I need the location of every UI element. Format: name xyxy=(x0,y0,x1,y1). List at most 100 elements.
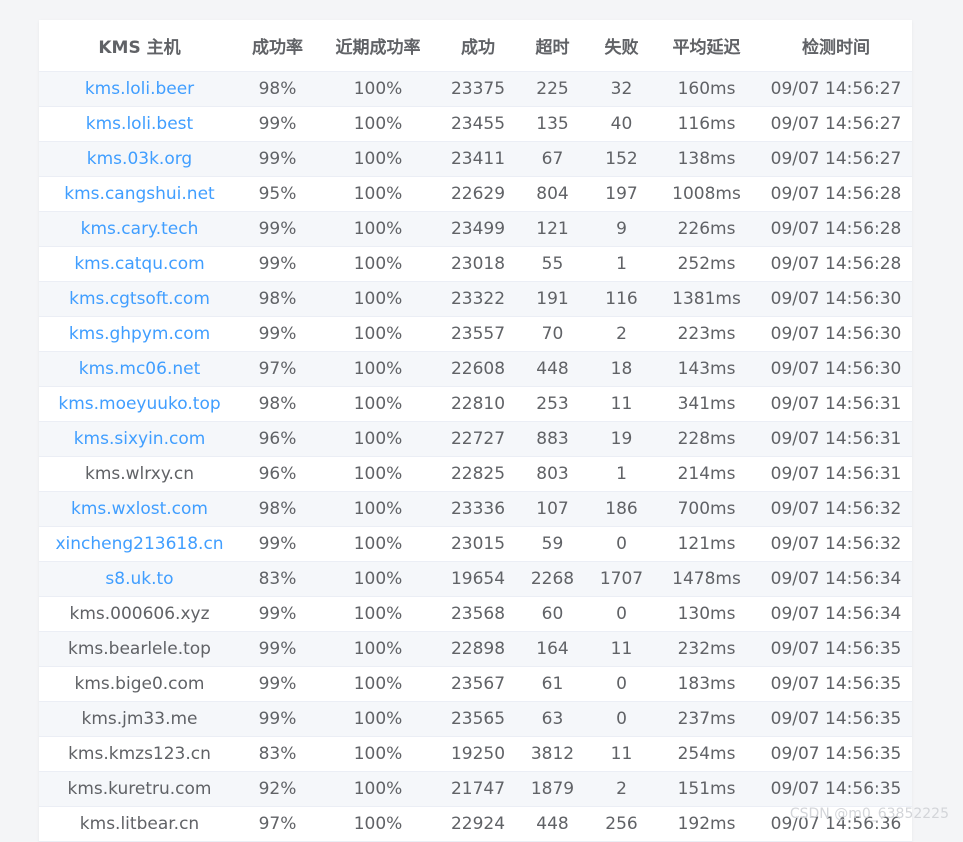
host-cell: kms.wlrxy.cn xyxy=(39,456,240,492)
success-rate-cell: 99% xyxy=(240,631,315,667)
success-rate-cell: 99% xyxy=(240,141,315,177)
success-count-cell: 23565 xyxy=(441,701,515,737)
table-row: kms.jm33.me 99% 100% 23565 63 0 237ms 09/07 14:… xyxy=(39,701,912,737)
fail-count-cell: 116 xyxy=(590,281,653,317)
success-rate-cell: 83% xyxy=(240,561,315,597)
host-link[interactable]: xincheng213618.cn xyxy=(55,534,223,554)
success-count-cell: 22810 xyxy=(441,386,515,422)
header-kms-host[interactable]: KMS 主机 xyxy=(39,20,240,72)
table-row: kms.litbear.cn 97% 100% 22924 448 256 192ms 09/… xyxy=(39,806,912,842)
recent-success-rate-cell: 100% xyxy=(315,316,441,352)
timeout-count-cell: 107 xyxy=(515,491,590,527)
table-header-row: KMS 主机 成功率 近期成功率 成功 超时 失败 平均延迟 检测时间 xyxy=(39,20,912,72)
host-link[interactable]: kms.cangshui.net xyxy=(64,184,214,204)
timeout-count-cell: 70 xyxy=(515,316,590,352)
success-count-cell: 23455 xyxy=(441,106,515,142)
header-check-time[interactable]: 检测时间 xyxy=(760,20,912,72)
check-time-cell: 09/07 14:56:30 xyxy=(760,316,912,352)
host-cell: kms.03k.org xyxy=(39,141,240,177)
recent-success-rate-cell: 100% xyxy=(315,596,441,632)
host-text: kms.wlrxy.cn xyxy=(84,464,195,484)
header-avg-latency[interactable]: 平均延迟 xyxy=(653,20,760,72)
host-link[interactable]: kms.loli.beer xyxy=(85,79,194,99)
host-link[interactable]: kms.loli.best xyxy=(86,114,193,134)
host-text: kms.kuretru.com xyxy=(67,779,212,799)
host-link[interactable]: kms.03k.org xyxy=(87,149,192,169)
success-rate-cell: 95% xyxy=(240,176,315,212)
avg-latency-cell: 1381ms xyxy=(653,281,760,317)
success-count-cell: 21747 xyxy=(441,771,515,807)
table-row: kms.bearlele.top 99% 100% 22898 164 11 232ms 09… xyxy=(39,631,912,667)
host-text: kms.jm33.me xyxy=(81,709,198,729)
fail-count-cell: 197 xyxy=(590,176,653,212)
header-success[interactable]: 成功 xyxy=(441,20,515,72)
recent-success-rate-cell: 100% xyxy=(315,771,441,807)
success-count-cell: 22608 xyxy=(441,351,515,387)
check-time-cell: 09/07 14:56:35 xyxy=(760,666,912,702)
check-time-cell: 09/07 14:56:31 xyxy=(760,421,912,457)
success-rate-cell: 99% xyxy=(240,666,315,702)
check-time-cell: 09/07 14:56:34 xyxy=(760,596,912,632)
fail-count-cell: 18 xyxy=(590,351,653,387)
check-time-cell: 09/07 14:56:34 xyxy=(760,561,912,597)
avg-latency-cell: 232ms xyxy=(653,631,760,667)
avg-latency-cell: 254ms xyxy=(653,736,760,772)
fail-count-cell: 32 xyxy=(590,71,653,107)
check-time-cell: 09/07 14:56:32 xyxy=(760,526,912,562)
host-link[interactable]: kms.cary.tech xyxy=(81,219,199,239)
host-link[interactable]: kms.mc06.net xyxy=(79,359,201,379)
success-rate-cell: 99% xyxy=(240,106,315,142)
avg-latency-cell: 237ms xyxy=(653,701,760,737)
kms-status-table: KMS 主机 成功率 近期成功率 成功 超时 失败 平均延迟 检测时间 kms.… xyxy=(39,20,912,842)
header-fail[interactable]: 失败 xyxy=(590,20,653,72)
host-link[interactable]: kms.cgtsoft.com xyxy=(69,289,210,309)
recent-success-rate-cell: 100% xyxy=(315,211,441,247)
host-link[interactable]: kms.moeyuuko.top xyxy=(58,394,220,414)
success-rate-cell: 83% xyxy=(240,736,315,772)
fail-count-cell: 1 xyxy=(590,246,653,282)
host-cell: kms.bige0.com xyxy=(39,666,240,702)
timeout-count-cell: 60 xyxy=(515,596,590,632)
success-count-cell: 22825 xyxy=(441,456,515,492)
success-count-cell: 22629 xyxy=(441,176,515,212)
fail-count-cell: 40 xyxy=(590,106,653,142)
timeout-count-cell: 1879 xyxy=(515,771,590,807)
timeout-count-cell: 59 xyxy=(515,526,590,562)
host-link[interactable]: kms.ghpym.com xyxy=(69,324,210,344)
check-time-cell: 09/07 14:56:27 xyxy=(760,106,912,142)
host-link[interactable]: kms.catqu.com xyxy=(74,254,204,274)
host-cell: kms.litbear.cn xyxy=(39,806,240,842)
timeout-count-cell: 225 xyxy=(515,71,590,107)
recent-success-rate-cell: 100% xyxy=(315,421,441,457)
avg-latency-cell: 214ms xyxy=(653,456,760,492)
host-link[interactable]: kms.wxlost.com xyxy=(71,499,208,519)
host-link[interactable]: kms.sixyin.com xyxy=(74,429,206,449)
table-row: kms.moeyuuko.top 98% 100% 22810 253 11 341ms 09… xyxy=(39,386,912,422)
fail-count-cell: 1 xyxy=(590,456,653,492)
header-success-rate[interactable]: 成功率 xyxy=(240,20,315,72)
host-cell: kms.kmzs123.cn xyxy=(39,736,240,772)
avg-latency-cell: 223ms xyxy=(653,316,760,352)
table-row: kms.cgtsoft.com 98% 100% 23322 191 116 1381ms 0… xyxy=(39,281,912,317)
host-link[interactable]: s8.uk.to xyxy=(105,569,173,589)
header-timeout[interactable]: 超时 xyxy=(515,20,590,72)
table-row: kms.loli.beer 98% 100% 23375 225 32 160ms 09/07… xyxy=(39,71,912,107)
host-cell: kms.ghpym.com xyxy=(39,316,240,352)
header-recent-success-rate[interactable]: 近期成功率 xyxy=(315,20,441,72)
timeout-count-cell: 191 xyxy=(515,281,590,317)
table-row: kms.mc06.net 97% 100% 22608 448 18 143ms 09/07 … xyxy=(39,351,912,387)
check-time-cell: 09/07 14:56:31 xyxy=(760,386,912,422)
recent-success-rate-cell: 100% xyxy=(315,806,441,842)
avg-latency-cell: 192ms xyxy=(653,806,760,842)
host-cell: kms.kuretru.com xyxy=(39,771,240,807)
fail-count-cell: 0 xyxy=(590,596,653,632)
check-time-cell: 09/07 14:56:28 xyxy=(760,246,912,282)
avg-latency-cell: 130ms xyxy=(653,596,760,632)
fail-count-cell: 152 xyxy=(590,141,653,177)
recent-success-rate-cell: 100% xyxy=(315,491,441,527)
check-time-cell: 09/07 14:56:28 xyxy=(760,176,912,212)
host-cell: s8.uk.to xyxy=(39,561,240,597)
avg-latency-cell: 183ms xyxy=(653,666,760,702)
success-rate-cell: 99% xyxy=(240,211,315,247)
check-time-cell: 09/07 14:56:35 xyxy=(760,736,912,772)
